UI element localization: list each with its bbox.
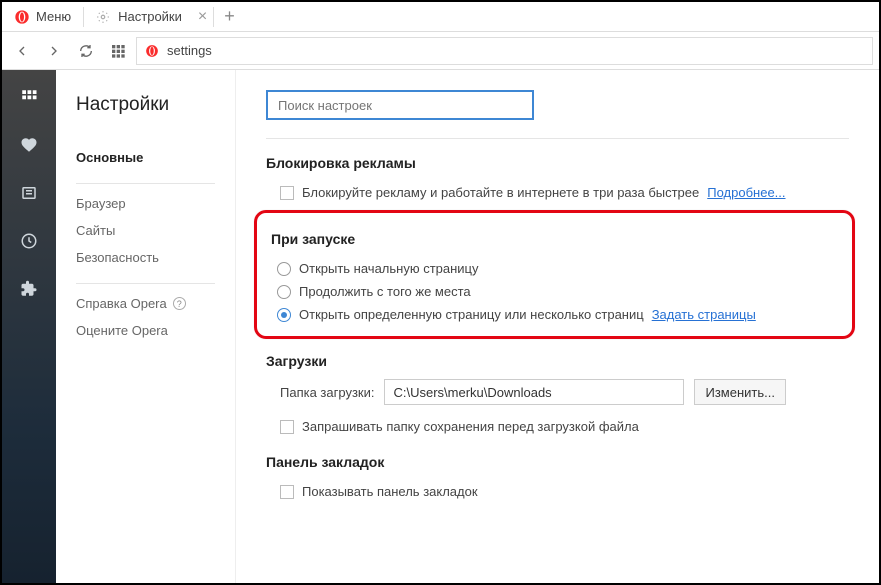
sidebar-item-basic[interactable]: Основные xyxy=(76,144,215,171)
sidebar-item-browser[interactable]: Браузер xyxy=(76,190,215,217)
settings-sidebar: Настройки Основные Браузер Сайты Безопас… xyxy=(56,70,236,583)
startup-opt-home: Открыть начальную страницу xyxy=(299,261,479,276)
download-change-button[interactable]: Изменить... xyxy=(694,379,785,405)
back-button[interactable] xyxy=(8,37,36,65)
rail-news-icon[interactable] xyxy=(18,182,40,204)
startup-opt-pages: Открыть определенную страницу или нескол… xyxy=(299,307,644,322)
rail-speed-dial-icon[interactable] xyxy=(18,86,40,108)
bookmarks-show-checkbox[interactable] xyxy=(280,485,294,499)
page-title: Настройки xyxy=(76,94,215,116)
bookmarks-show-label: Показывать панель закладок xyxy=(302,484,478,499)
new-tab-button[interactable]: + xyxy=(214,6,245,27)
settings-content: Блокировка рекламы Блокируйте рекламу и … xyxy=(236,70,879,583)
divider xyxy=(76,183,215,184)
forward-button[interactable] xyxy=(40,37,68,65)
sidebar-item-security[interactable]: Безопасность xyxy=(76,244,215,271)
rail-history-icon[interactable] xyxy=(18,230,40,252)
speed-dial-button[interactable] xyxy=(104,37,132,65)
download-ask-checkbox[interactable] xyxy=(280,420,294,434)
sidebar-help-link[interactable]: Справка Opera? xyxy=(76,290,215,317)
startup-opt-continue: Продолжить с того же места xyxy=(299,284,471,299)
tab-title: Настройки xyxy=(118,9,182,24)
sidebar-rate-link[interactable]: Оцените Opera xyxy=(76,317,215,344)
section-adblock-title: Блокировка рекламы xyxy=(266,155,849,171)
gear-icon xyxy=(96,10,110,24)
adblock-checkbox[interactable] xyxy=(280,186,294,200)
adblock-label: Блокируйте рекламу и работайте в интерне… xyxy=(302,185,699,200)
help-icon: ? xyxy=(173,297,186,310)
tab-close-button[interactable]: × xyxy=(192,8,213,26)
menu-label: Меню xyxy=(36,9,71,24)
opera-icon xyxy=(14,9,30,25)
section-startup-title: При запуске xyxy=(271,231,840,247)
divider xyxy=(76,283,215,284)
section-downloads-title: Загрузки xyxy=(266,353,849,369)
download-folder-label: Папка загрузки: xyxy=(280,385,374,400)
address-bar[interactable]: settings xyxy=(136,37,873,65)
download-folder-input[interactable] xyxy=(384,379,684,405)
startup-set-pages-link[interactable]: Задать страницы xyxy=(652,307,756,322)
rail-extensions-icon[interactable] xyxy=(18,278,40,300)
tab-settings[interactable]: Настройки xyxy=(84,2,192,31)
sidebar-item-sites[interactable]: Сайты xyxy=(76,217,215,244)
section-bookmarks-title: Панель закладок xyxy=(266,454,849,470)
menu-button[interactable]: Меню xyxy=(2,2,83,31)
address-text: settings xyxy=(167,43,212,58)
reload-button[interactable] xyxy=(72,37,100,65)
startup-radio-home[interactable] xyxy=(277,262,291,276)
rail-bookmarks-icon[interactable] xyxy=(18,134,40,156)
left-rail xyxy=(2,70,56,583)
sidebar-help-label: Справка Opera xyxy=(76,296,167,311)
download-ask-label: Запрашивать папку сохранения перед загру… xyxy=(302,419,639,434)
settings-search-input[interactable] xyxy=(266,90,534,120)
opera-icon xyxy=(145,44,159,58)
startup-radio-pages[interactable] xyxy=(277,308,291,322)
adblock-more-link[interactable]: Подробнее... xyxy=(707,185,785,200)
divider xyxy=(266,138,849,139)
startup-highlight: При запуске Открыть начальную страницу П… xyxy=(254,210,855,339)
startup-radio-continue[interactable] xyxy=(277,285,291,299)
